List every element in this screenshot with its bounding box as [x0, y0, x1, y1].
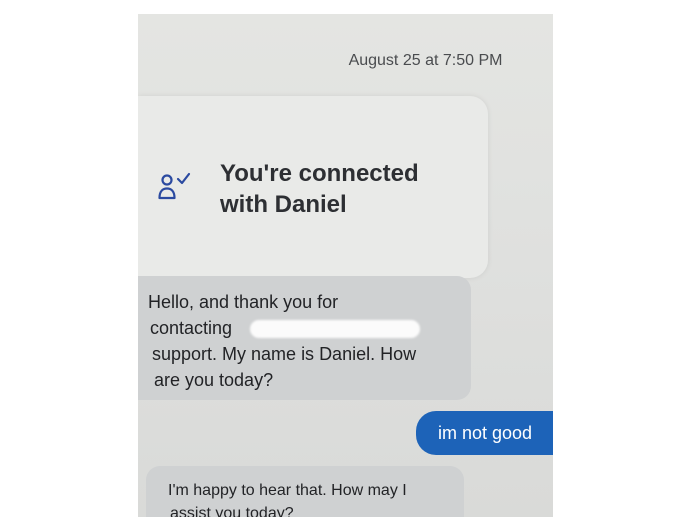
connected-card: You're connected with Daniel	[138, 96, 488, 278]
agent-message-bubble: Hello, and thank you for contacting supp…	[138, 276, 471, 400]
connected-line-2: with Daniel	[220, 191, 347, 218]
chat-timestamp: August 25 at 7:50 PM	[138, 52, 553, 70]
message-line: support. My name is Daniel. How	[152, 344, 417, 364]
redaction-mark	[250, 320, 420, 338]
connected-status: You're connected with Daniel	[220, 158, 470, 220]
message-line: Hello, and thank you for	[148, 292, 339, 312]
message-line: contacting	[150, 318, 233, 338]
message-line: I'm happy to hear that. How may I	[168, 482, 407, 499]
message-line: assist you today?	[170, 505, 294, 517]
agent-message-bubble: I'm happy to hear that. How may I assist…	[146, 466, 464, 517]
connected-line-1: You're connected	[220, 160, 419, 187]
message-line: are you today?	[154, 370, 274, 390]
person-check-icon	[158, 172, 191, 200]
chat-screen-photo: August 25 at 7:50 PM You're connected wi…	[138, 14, 553, 517]
timestamp-text: August 25 at 7:50 PM	[348, 52, 503, 69]
user-message-bubble: im not good	[416, 411, 553, 455]
